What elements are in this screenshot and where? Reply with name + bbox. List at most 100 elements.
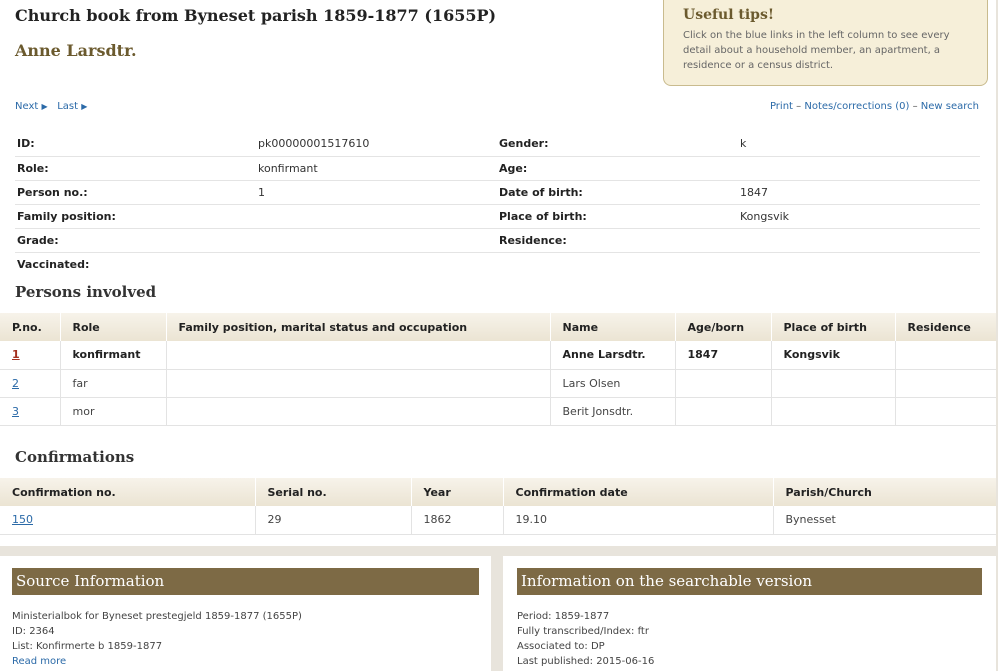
detail-label: Vaccinated: bbox=[17, 257, 90, 271]
cell-family bbox=[166, 369, 551, 398]
cell-place bbox=[771, 397, 896, 426]
detail-value bbox=[738, 252, 980, 276]
source-id: ID: 2364 bbox=[12, 626, 55, 637]
detail-value: konfirmant bbox=[256, 156, 497, 181]
persons-involved-table: P.no. Role Family position, marital status… bbox=[0, 313, 996, 426]
detail-label: Gender: bbox=[497, 132, 738, 157]
cell-age bbox=[675, 397, 772, 426]
person-name: Anne Larsdtr. bbox=[15, 41, 137, 60]
source-information-box: Source Information Ministerialbok for By… bbox=[0, 556, 491, 671]
last-label: Last bbox=[57, 101, 79, 112]
cell-age: 1847 bbox=[675, 341, 772, 370]
person-number-link[interactable]: 1 bbox=[12, 348, 20, 361]
column-header: Role bbox=[60, 313, 167, 341]
detail-value: 1 bbox=[256, 180, 497, 205]
cell-residence bbox=[895, 369, 996, 398]
detail-label: Family position: bbox=[15, 204, 256, 229]
cell-place: Kongsvik bbox=[771, 341, 896, 370]
detail-value: k bbox=[738, 132, 980, 157]
notes-corrections-link[interactable]: Notes/corrections (0) bbox=[804, 101, 909, 112]
cell-role: konfirmant bbox=[60, 341, 167, 370]
triangle-right-icon: ▶ bbox=[81, 102, 88, 111]
column-header: Confirmation date bbox=[503, 478, 774, 506]
cell-place bbox=[771, 369, 896, 398]
next-link[interactable]: Next ▶ bbox=[15, 101, 48, 112]
last-published: Last published: 2015-06-16 bbox=[517, 656, 655, 667]
detail-row: Vaccinated: bbox=[15, 252, 980, 276]
detail-label bbox=[497, 252, 738, 276]
period: Period: 1859-1877 bbox=[517, 611, 610, 622]
cell-name: Anne Larsdtr. bbox=[550, 341, 676, 370]
useful-tips-box: Useful tips! Click on the blue links in … bbox=[663, 0, 988, 86]
detail-label: Grade: bbox=[15, 228, 256, 253]
cell-name: Berit Jonsdtr. bbox=[550, 397, 676, 426]
confirmation-number-link[interactable]: 150 bbox=[12, 513, 33, 526]
tips-title: Useful tips! bbox=[683, 7, 774, 23]
table-row: 1 konfirmant Anne Larsdtr. 1847 Kongsvik bbox=[0, 341, 996, 370]
record-navigation: Next ▶ Last ▶ bbox=[15, 101, 87, 112]
column-header: Place of birth bbox=[771, 313, 896, 341]
cell-role: far bbox=[60, 369, 167, 398]
separator: – bbox=[912, 101, 918, 112]
detail-label: Residence: bbox=[497, 228, 738, 253]
person-number-cell: 1 bbox=[0, 341, 61, 370]
next-label: Next bbox=[15, 101, 39, 112]
column-header: Name bbox=[550, 313, 676, 341]
cell-date: 19.10 bbox=[503, 506, 774, 535]
detail-row: Family position: Place of birth: Kongsvik bbox=[15, 204, 980, 229]
searchable-version-heading: Information on the searchable version bbox=[517, 568, 982, 595]
detail-row: Grade: Residence: bbox=[15, 228, 980, 253]
separator: – bbox=[796, 101, 802, 112]
tips-text: Click on the blue links in the left colu… bbox=[683, 30, 950, 71]
cell-residence bbox=[895, 397, 996, 426]
detail-row: Role: konfirmant Age: bbox=[15, 156, 980, 181]
cell-parish: Bynesset bbox=[773, 506, 996, 535]
persons-involved-heading: Persons involved bbox=[15, 283, 157, 301]
detail-value: pk00000001517610 bbox=[256, 132, 497, 157]
column-header: P.no. bbox=[0, 313, 61, 341]
cell-year: 1862 bbox=[411, 506, 504, 535]
detail-label: Place of birth: bbox=[497, 204, 738, 229]
column-header: Parish/Church bbox=[773, 478, 996, 506]
confirmation-number-cell: 150 bbox=[0, 506, 256, 535]
new-search-link[interactable]: New search bbox=[921, 101, 979, 112]
source-list: List: Konfirmerte b 1859-1877 bbox=[12, 641, 163, 652]
cell-family bbox=[166, 397, 551, 426]
column-header: Family position, marital status and occu… bbox=[166, 313, 551, 341]
source-line: Ministerialbok for Byneset prestegjeld 1… bbox=[12, 611, 302, 622]
cell-residence bbox=[895, 341, 996, 370]
person-number-link[interactable]: 2 bbox=[12, 377, 19, 390]
detail-row: Person no.: 1 Date of birth: 1847 bbox=[15, 180, 980, 205]
page-title: Church book from Byneset parish 1859-187… bbox=[15, 6, 497, 25]
cell-family bbox=[166, 341, 551, 370]
detail-value bbox=[256, 252, 497, 276]
last-link[interactable]: Last ▶ bbox=[57, 101, 87, 112]
person-details-table: ID: pk00000001517610 Gender: k Role: konfirma… bbox=[15, 132, 980, 276]
detail-value bbox=[256, 204, 497, 229]
detail-label: Person no.: bbox=[15, 180, 256, 205]
detail-value: Kongsvik bbox=[738, 204, 980, 229]
detail-value bbox=[256, 228, 497, 253]
read-more-link[interactable]: Read more bbox=[12, 656, 66, 667]
column-header: Age/born bbox=[675, 313, 772, 341]
main-content: Church book from Byneset parish 1859-187… bbox=[0, 0, 996, 546]
column-header: Year bbox=[411, 478, 504, 506]
column-header: Confirmation no. bbox=[0, 478, 256, 506]
detail-label: ID: bbox=[15, 132, 256, 157]
searchable-version-box: Information on the searchable version Pe… bbox=[503, 556, 996, 671]
detail-value bbox=[738, 228, 980, 253]
confirmations-table: Confirmation no. Serial no. Year Confirmati… bbox=[0, 478, 996, 535]
detail-label: Role: bbox=[15, 156, 256, 181]
associated-to: Associated to: DP bbox=[517, 641, 605, 652]
person-number-cell: 3 bbox=[0, 397, 61, 426]
cell-age bbox=[675, 369, 772, 398]
table-row: 2 far Lars Olsen bbox=[0, 369, 996, 398]
person-number-cell: 2 bbox=[0, 369, 61, 398]
print-link[interactable]: Print bbox=[770, 101, 793, 112]
cell-role: mor bbox=[60, 397, 167, 426]
page-actions: Print – Notes/corrections (0) – New sear… bbox=[770, 101, 979, 112]
source-information-heading: Source Information bbox=[12, 568, 479, 595]
cell-name: Lars Olsen bbox=[550, 369, 676, 398]
table-row: 150 29 1862 19.10 Bynesset bbox=[0, 506, 996, 535]
person-number-link[interactable]: 3 bbox=[12, 405, 19, 418]
